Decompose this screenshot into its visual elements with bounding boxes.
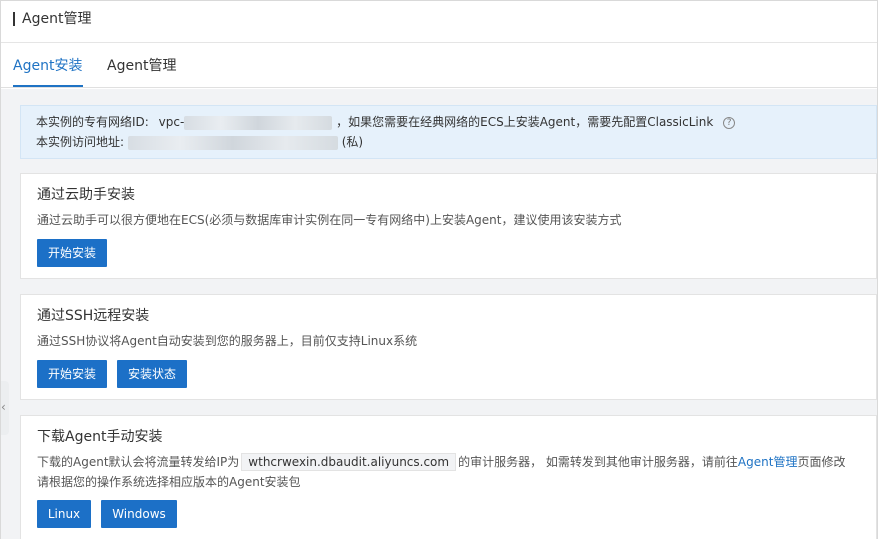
card-description: 下载的Agent默认会将流量转发给IP为 wthcrwexin.dbaudit.a… (37, 453, 846, 471)
manual-desc-part2: 的审计服务器， 如需转发到其他审计服务器，请前往 (458, 455, 738, 469)
notice-address-label: 本实例访问地址: (36, 135, 125, 149)
tab-agent-install[interactable]: Agent安装 (13, 57, 82, 75)
windows-download-button[interactable]: Windows (101, 500, 177, 528)
manual-desc-part3: 页面修改 (797, 455, 846, 469)
app-frame: Agent管理 Agent安装 Agent管理 本实例的专有网络ID: vpc-… (0, 0, 878, 539)
notice-vpc-line: 本实例的专有网络ID: vpc- ，如果您需要在经典网络的ECS上安装Agent… (36, 114, 736, 130)
main-content: 本实例的专有网络ID: vpc- ，如果您需要在经典网络的ECS上安装Agent… (1, 89, 877, 539)
tab-bar: Agent安装 Agent管理 (1, 44, 877, 88)
notice-address-suffix: (私) (341, 135, 364, 149)
card-title: 通过云助手安装 (37, 187, 135, 203)
card-manual-download: 下载Agent手动安装 下载的Agent默认会将流量转发给IP为 wthcrwex… (20, 415, 877, 539)
card-description-line2: 请根据您的操作系统选择相应版本的Agent安装包 (37, 475, 301, 489)
help-icon[interactable]: ? (723, 116, 736, 129)
ssh-install-status-button[interactable]: 安装状态 (117, 360, 187, 388)
sidebar-collapse-handle[interactable]: ‹ (1, 381, 9, 435)
audit-host: wthcrwexin.dbaudit.aliyuncs.com (241, 453, 457, 471)
ssh-start-install-button[interactable]: 开始安装 (37, 360, 107, 388)
card-title: 通过SSH远程安装 (37, 308, 150, 324)
agent-manage-link[interactable]: Agent管理 (738, 455, 798, 469)
notice-vpc-hint: ，如果您需要在经典网络的ECS上安装Agent，需要先配置ClassicLink (336, 115, 714, 129)
redacted-vpc-id (184, 115, 333, 130)
linux-download-button[interactable]: Linux (37, 500, 91, 528)
card-cloud-assistant: 通过云助手安装 通过云助手可以很方便地在ECS(必须与数据库审计实例在同一专有网… (20, 173, 877, 279)
page-title: Agent管理 (22, 11, 92, 27)
active-tab-indicator (13, 85, 83, 87)
page-header: Agent管理 (1, 1, 877, 43)
notice-vpc-label: 本实例的专有网络ID: (36, 115, 149, 129)
vpc-notice: 本实例的专有网络ID: vpc- ，如果您需要在经典网络的ECS上安装Agent… (20, 105, 877, 159)
card-ssh-install: 通过SSH远程安装 通过SSH协议将Agent自动安装到您的服务器上，目前仅支持… (20, 294, 877, 400)
card-description: 通过云助手可以很方便地在ECS(必须与数据库审计实例在同一专有网络中)上安装Ag… (37, 213, 622, 227)
assistant-start-install-button[interactable]: 开始安装 (37, 239, 107, 267)
tab-agent-manage[interactable]: Agent管理 (107, 57, 176, 75)
card-title: 下载Agent手动安装 (37, 429, 163, 445)
notice-vpc-id: vpc- (158, 115, 185, 129)
card-description: 通过SSH协议将Agent自动安装到您的服务器上，目前仅支持Linux系统 (37, 334, 418, 348)
title-accent-bar (13, 12, 15, 26)
notice-address-line: 本实例访问地址: (私) (36, 134, 363, 150)
manual-desc-part1: 下载的Agent默认会将流量转发给IP为 (37, 455, 240, 469)
redacted-address (127, 135, 338, 150)
chevron-left-icon: ‹ (1, 400, 6, 414)
